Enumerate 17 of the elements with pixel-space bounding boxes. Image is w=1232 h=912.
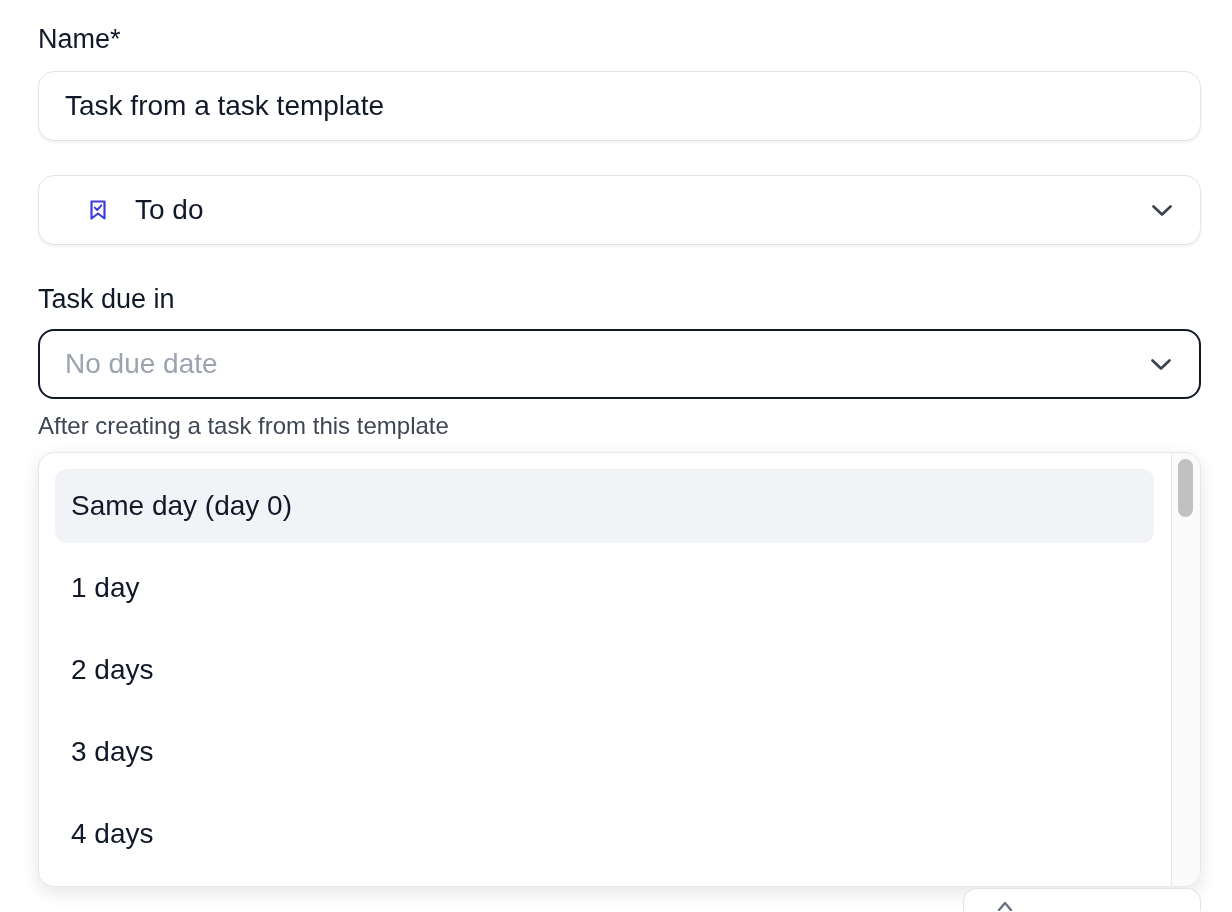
upload-button[interactable]	[963, 888, 1201, 911]
arrow-up-icon	[997, 901, 1013, 911]
scrollbar-track[interactable]	[1171, 453, 1200, 886]
menu-option[interactable]: 4 days	[55, 797, 1154, 871]
menu-option[interactable]: 2 days	[55, 633, 1154, 707]
name-input[interactable]: Task from a task template	[38, 71, 1201, 141]
field-label: Task due in	[38, 283, 176, 316]
status-select[interactable]: To do	[38, 175, 1201, 245]
field-label: Name*	[38, 23, 122, 56]
chevron-icon	[1151, 358, 1171, 370]
menu-option[interactable]: 1 day	[55, 551, 1154, 625]
bookmark-check-icon	[90, 200, 106, 220]
help-text: After creating a task from this template	[38, 411, 450, 441]
menu-option[interactable]: 3 days	[55, 715, 1154, 789]
chevron-icon	[1152, 204, 1172, 216]
scrollbar-thumb[interactable]	[1178, 459, 1193, 517]
menu-option[interactable]: Same day (day 0)	[55, 469, 1154, 543]
